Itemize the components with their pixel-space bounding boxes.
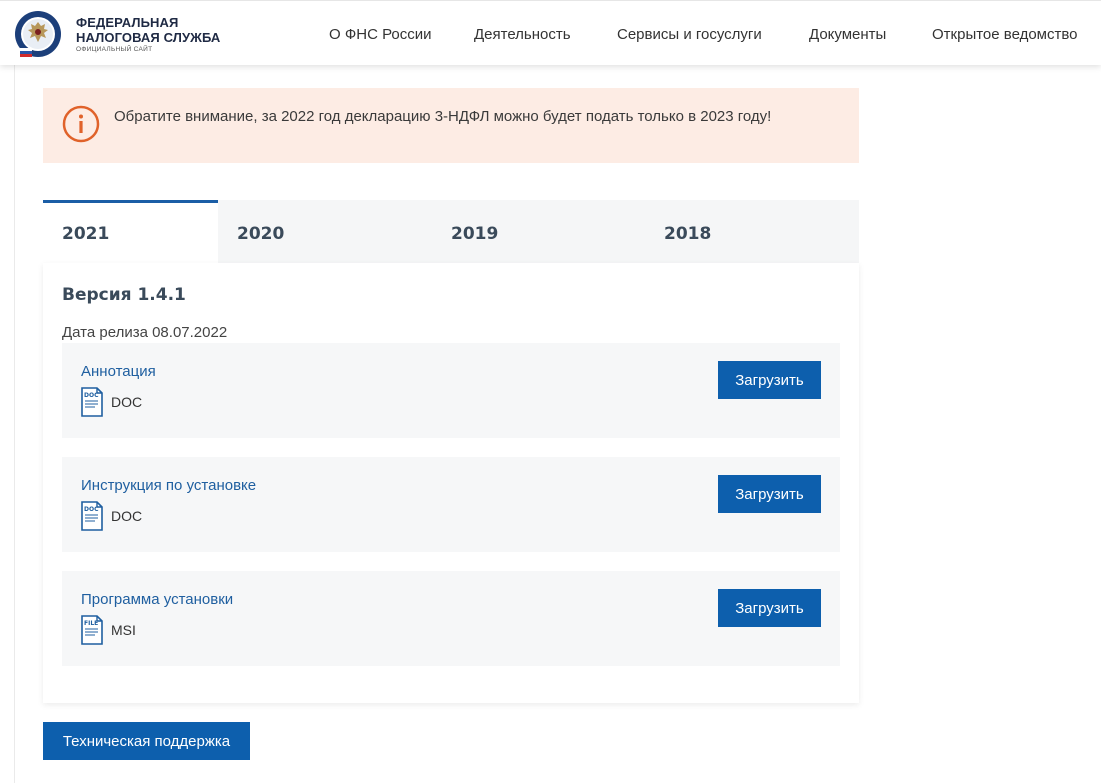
file-icon-label: FILE — [84, 620, 98, 627]
tab-label: 2021 — [62, 224, 110, 244]
doc-file-icon: DOC — [81, 501, 103, 531]
file-icon-label: DOC — [84, 392, 99, 399]
file-link[interactable]: Программа установки — [81, 591, 233, 608]
info-circle-icon — [62, 105, 100, 143]
download-button[interactable]: Загрузить — [718, 475, 821, 513]
fns-emblem-logo[interactable] — [14, 10, 62, 58]
tab-label: 2019 — [451, 224, 499, 244]
tab-2018[interactable]: 2018 — [645, 200, 845, 263]
download-button[interactable]: Загрузить — [718, 589, 821, 627]
tech-support-button[interactable]: Техническая поддержка — [43, 722, 250, 760]
version-card: Версия 1.4.1 Дата релиза 08.07.2022 Анно… — [43, 263, 859, 703]
nav-item-services[interactable]: Сервисы и госуслуги — [617, 26, 762, 43]
logo-title-line1: ФЕДЕРАЛЬНАЯ — [76, 15, 179, 30]
msi-file-icon: FILE — [81, 615, 103, 645]
tab-label: 2018 — [664, 224, 712, 244]
notice-text: Обратите внимание, за 2022 год деклараци… — [114, 108, 772, 125]
file-row-install-guide: Инструкция по установке DOC DOC Загрузит… — [62, 457, 840, 552]
file-row-annotation: Аннотация DOC DOC Загрузить — [62, 343, 840, 438]
file-link[interactable]: Аннотация — [81, 363, 156, 380]
notice-alert: Обратите внимание, за 2022 год деклараци… — [43, 88, 859, 163]
file-type: MSI — [111, 622, 136, 638]
doc-file-icon: DOC — [81, 387, 103, 417]
tab-2021[interactable]: 2021 — [43, 200, 218, 263]
site-title[interactable]: ФЕДЕРАЛЬНАЯ НАЛОГОВАЯ СЛУЖБА ОФИЦИАЛЬНЫЙ… — [76, 16, 220, 54]
nav-item-open-agency[interactable]: Открытое ведомство — [932, 26, 1078, 43]
nav-item-about[interactable]: О ФНС России — [329, 26, 432, 43]
release-date: Дата релиза 08.07.2022 — [62, 324, 228, 341]
year-tabs: 2021 2020 2019 2018 — [43, 200, 859, 263]
file-icon-label: DOC — [84, 506, 99, 513]
download-button[interactable]: Загрузить — [718, 361, 821, 399]
file-link[interactable]: Инструкция по установке — [81, 477, 256, 494]
content-left-border — [14, 65, 15, 783]
tab-label: 2020 — [237, 224, 285, 244]
version-title: Версия 1.4.1 — [62, 285, 186, 305]
file-type: DOC — [111, 508, 143, 524]
logo-subtitle: ОФИЦИАЛЬНЫЙ САЙТ — [76, 46, 153, 53]
tab-2019[interactable]: 2019 — [432, 200, 632, 263]
file-type: DOC — [111, 394, 143, 410]
nav-item-activity[interactable]: Деятельность — [474, 26, 571, 43]
nav-item-documents[interactable]: Документы — [809, 26, 886, 43]
tab-2020[interactable]: 2020 — [218, 200, 418, 263]
logo-title-line2: НАЛОГОВАЯ СЛУЖБА — [76, 30, 221, 45]
file-row-installer: Программа установки FILE MSI Загрузить — [62, 571, 840, 666]
site-header: ФЕДЕРАЛЬНАЯ НАЛОГОВАЯ СЛУЖБА ОФИЦИАЛЬНЫЙ… — [0, 0, 1101, 65]
